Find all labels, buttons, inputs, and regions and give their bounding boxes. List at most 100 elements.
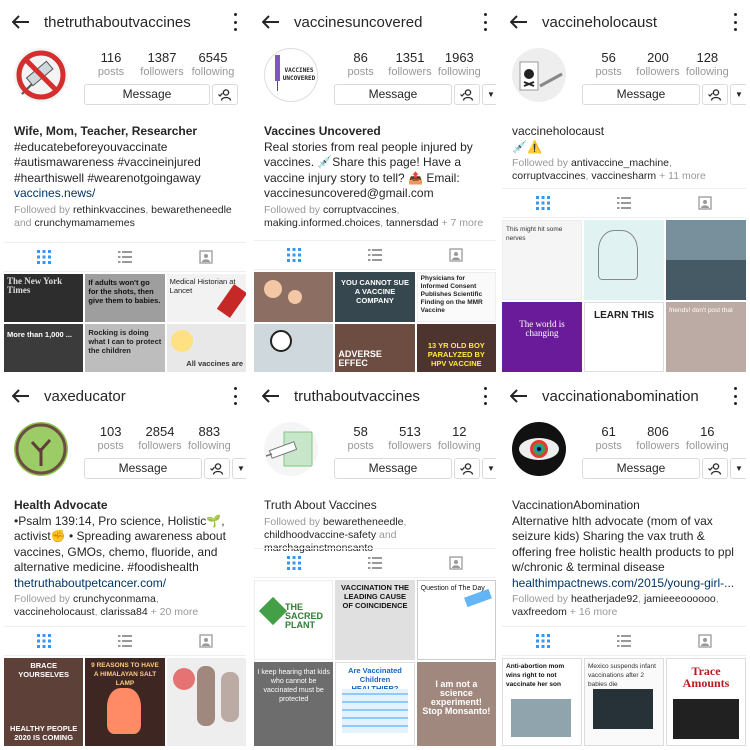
message-button[interactable]: Message xyxy=(84,84,210,105)
tagged-photos-icon[interactable] xyxy=(448,555,464,571)
grid-view-icon[interactable] xyxy=(286,247,302,263)
post-thumbnail[interactable]: ADVERSE EFFEC xyxy=(335,324,415,372)
person-check-icon xyxy=(210,462,224,475)
message-button[interactable]: Message xyxy=(582,84,700,105)
more-options-icon[interactable] xyxy=(482,13,488,31)
followers-count[interactable]: 806 followers xyxy=(633,424,682,452)
followed-by: Followed by antivaccine_machine, corrupt… xyxy=(512,157,706,182)
chevron-down-icon[interactable]: ▼ xyxy=(482,84,496,105)
following-button[interactable] xyxy=(212,84,238,105)
bio-link[interactable]: thetruthaboutpetcancer.com/ xyxy=(14,576,236,592)
tagged-photos-icon[interactable] xyxy=(448,247,464,263)
following-button[interactable] xyxy=(204,458,230,479)
following-count[interactable]: 12 following xyxy=(435,424,484,452)
grid-view-icon[interactable] xyxy=(36,249,52,265)
post-thumbnail[interactable]: Mexico suspends infant vaccinations afte… xyxy=(584,658,664,746)
post-thumbnail[interactable]: Medical Historian at Lancet xyxy=(166,274,246,322)
avatar[interactable] xyxy=(512,422,566,476)
following-button[interactable] xyxy=(702,458,728,479)
list-view-icon[interactable] xyxy=(117,249,133,265)
following-button[interactable] xyxy=(454,84,480,105)
post-thumbnail[interactable]: All vaccines are xyxy=(166,324,246,372)
list-view-icon[interactable] xyxy=(616,195,632,211)
post-thumbnail[interactable]: If adults won't go for the shots, then g… xyxy=(85,274,165,322)
post-thumbnail[interactable]: More than 1,000 ... xyxy=(4,324,84,372)
post-thumbnail[interactable]: This might hit some nerves xyxy=(502,220,582,300)
back-arrow-icon[interactable] xyxy=(260,11,282,33)
post-thumbnail[interactable] xyxy=(166,658,246,746)
back-arrow-icon[interactable] xyxy=(10,385,32,407)
bio-link[interactable]: healthimpactnews.com/2015/young-girl-... xyxy=(512,576,736,592)
tagged-photos-icon[interactable] xyxy=(697,195,713,211)
back-arrow-icon[interactable] xyxy=(508,385,530,407)
list-view-icon[interactable] xyxy=(616,633,632,649)
post-thumbnail[interactable]: Rocking is doing what I can to protect t… xyxy=(85,324,165,372)
post-thumbnail[interactable] xyxy=(254,324,334,372)
more-options-icon[interactable] xyxy=(232,387,238,405)
list-view-icon[interactable] xyxy=(117,633,133,649)
post-thumbnail[interactable] xyxy=(666,220,746,300)
tagged-photos-icon[interactable] xyxy=(198,633,214,649)
post-thumbnail[interactable]: 9 REASONS TO HAVE A HIMALAYAN SALT LAMP xyxy=(85,658,165,746)
avatar[interactable] xyxy=(264,422,318,476)
following-count[interactable]: 128 following xyxy=(683,50,732,78)
more-options-icon[interactable] xyxy=(732,13,738,31)
post-thumbnail[interactable]: Are Vaccinated Children HEALTHIER? xyxy=(335,662,415,746)
more-options-icon[interactable] xyxy=(482,387,488,405)
post-thumbnail[interactable]: The world is changing xyxy=(502,302,582,372)
following-button[interactable] xyxy=(454,458,480,479)
post-thumbnail[interactable]: The New York Times xyxy=(4,274,84,322)
followers-count[interactable]: 2854 followers xyxy=(135,424,184,452)
followers-count[interactable]: 1351 followers xyxy=(385,50,434,78)
following-count[interactable]: 1963 following xyxy=(435,50,484,78)
following-count[interactable]: 883 following xyxy=(185,424,234,452)
list-view-icon[interactable] xyxy=(367,555,383,571)
chevron-down-icon[interactable]: ▼ xyxy=(482,458,496,479)
more-options-icon[interactable] xyxy=(732,387,738,405)
message-button[interactable]: Message xyxy=(334,458,452,479)
avatar[interactable] xyxy=(14,48,68,102)
chevron-down-icon[interactable]: ▼ xyxy=(730,84,746,105)
post-thumbnail[interactable]: I am not a science experiment! Stop Mons… xyxy=(416,662,496,746)
tagged-photos-icon[interactable] xyxy=(697,633,713,649)
grid-view-icon[interactable] xyxy=(535,633,551,649)
back-arrow-icon[interactable] xyxy=(508,11,530,33)
avatar[interactable]: VACCINES UNCOVERED xyxy=(264,48,318,102)
post-thumbnail[interactable]: Question of The Day xyxy=(416,580,496,660)
post-thumbnail[interactable]: BRACE YOURSELVES HEALTHY PEOPLE 2020 IS C… xyxy=(4,658,84,746)
post-thumbnail[interactable]: YOU CANNOT SUE A VACCINE COMPANY xyxy=(335,272,415,322)
avatar[interactable] xyxy=(14,422,68,476)
more-options-icon[interactable] xyxy=(232,13,238,31)
bio-link[interactable]: vaccines.news/ xyxy=(14,186,236,202)
grid-view-icon[interactable] xyxy=(286,555,302,571)
post-thumbnail[interactable]: VACCINATION THE LEADING CAUSE OF COINCID… xyxy=(335,580,415,660)
post-thumbnail[interactable] xyxy=(584,220,664,300)
following-count[interactable]: 16 following xyxy=(683,424,732,452)
message-button[interactable]: Message xyxy=(334,84,452,105)
grid-view-icon[interactable] xyxy=(36,633,52,649)
message-button[interactable]: Message xyxy=(84,458,202,479)
chevron-down-icon[interactable]: ▼ xyxy=(730,458,746,479)
followers-count[interactable]: 200 followers xyxy=(633,50,682,78)
list-view-icon[interactable] xyxy=(367,247,383,263)
post-thumbnail[interactable]: LEARN THIS xyxy=(584,302,664,372)
chevron-down-icon[interactable]: ▼ xyxy=(232,458,246,479)
post-thumbnail[interactable]: THE SACRED PLANT xyxy=(254,580,334,660)
avatar[interactable] xyxy=(512,48,566,102)
tagged-photos-icon[interactable] xyxy=(198,249,214,265)
back-arrow-icon[interactable] xyxy=(10,11,32,33)
post-thumbnail[interactable]: friends! don't post that xyxy=(666,302,746,372)
following-button[interactable] xyxy=(702,84,728,105)
post-thumbnail[interactable]: 13 YR OLD BOY PARALYZED BY HPV VACCINE xyxy=(416,324,496,372)
post-thumbnail[interactable]: I keep hearing that kids who cannot be v… xyxy=(254,662,334,746)
followers-count[interactable]: 1387 followers xyxy=(137,50,187,78)
grid-view-icon[interactable] xyxy=(535,195,551,211)
followers-count[interactable]: 513 followers xyxy=(385,424,434,452)
back-arrow-icon[interactable] xyxy=(260,385,282,407)
post-thumbnail[interactable]: Anti-abortion mom wins right to not vacc… xyxy=(502,658,582,746)
post-thumbnail[interactable]: Trace Amounts xyxy=(666,658,746,746)
message-button[interactable]: Message xyxy=(582,458,700,479)
following-count[interactable]: 6545 following xyxy=(188,50,238,78)
post-thumbnail[interactable]: Physicians for Informed Consent Publishe… xyxy=(416,272,496,322)
post-thumbnail[interactable] xyxy=(254,272,334,322)
